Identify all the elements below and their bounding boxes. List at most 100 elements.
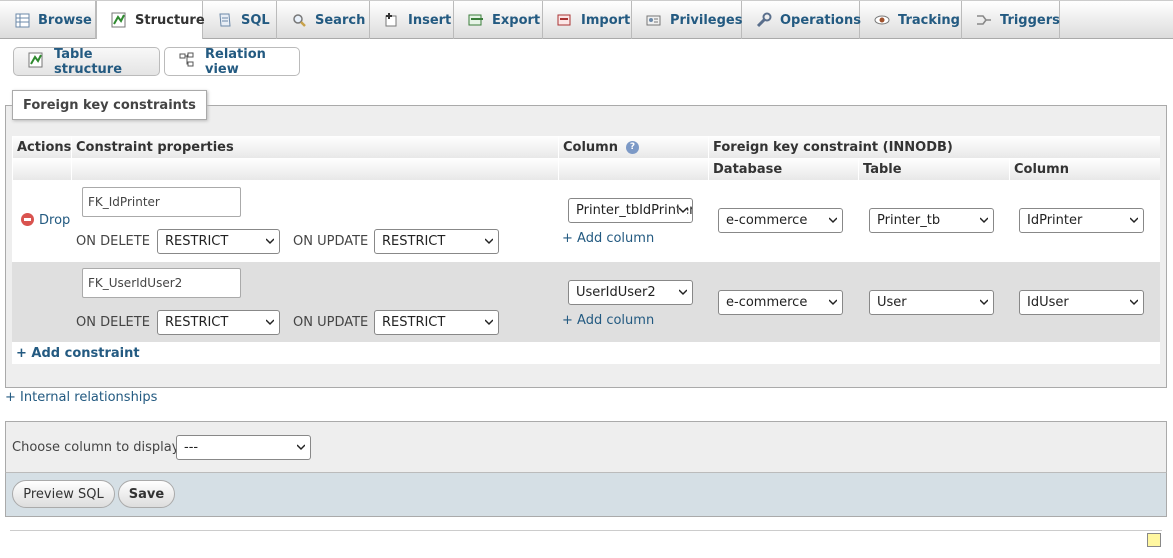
empty-header <box>12 158 71 180</box>
triggers-icon <box>976 12 992 28</box>
chevron-down-icon <box>485 238 493 245</box>
tab-sql[interactable]: SQL <box>203 1 277 39</box>
on-delete-label: ON DELETE <box>76 315 150 330</box>
table-select[interactable]: Printer_tb <box>869 208 994 233</box>
tab-tracking[interactable]: Tracking <box>860 1 962 39</box>
tab-label: Operations <box>780 12 861 28</box>
chevron-down-icon <box>1130 217 1138 224</box>
column-select[interactable]: Printer_tbIdPrinter <box>568 198 693 223</box>
relation-icon <box>179 52 195 72</box>
tab-export[interactable]: Export <box>454 1 543 39</box>
table-header: Table <box>858 158 1009 180</box>
tab-operations[interactable]: Operations <box>742 1 861 39</box>
column-value: UserIdUser2 <box>576 285 656 300</box>
constraint-properties-header: Constraint properties <box>71 136 558 158</box>
add-column-link[interactable]: + Add column <box>562 231 654 246</box>
drop-icon <box>21 213 34 226</box>
structure-icon <box>28 52 44 72</box>
table-structure-label: Table structure <box>54 46 123 77</box>
tab-label: Search <box>315 12 366 28</box>
divider <box>10 530 1162 531</box>
column-header: Column ? <box>558 136 708 158</box>
relation-view-label: Relation view <box>205 46 266 77</box>
tab-privileges[interactable]: Privileges <box>632 1 742 39</box>
tab-label: Import <box>581 12 631 28</box>
drop-label: Drop <box>39 213 71 228</box>
chevron-down-icon <box>297 444 305 451</box>
actions-header: Actions <box>12 136 71 158</box>
database-value: e-commerce <box>726 213 808 228</box>
table-select[interactable]: User <box>869 290 994 315</box>
structure-icon <box>111 12 127 28</box>
chevron-down-icon <box>829 217 837 224</box>
top-tab-bar: Browse Structure SQL Search Insert Expor… <box>0 0 1173 39</box>
tab-browse[interactable]: Browse <box>0 1 96 39</box>
tab-label: Privileges <box>670 12 743 28</box>
chevron-down-icon <box>1130 299 1138 306</box>
empty-header <box>71 158 558 180</box>
fk-column-select[interactable]: IdUser <box>1019 290 1144 315</box>
on-delete-select[interactable]: RESTRICT <box>157 229 280 254</box>
privileges-icon <box>646 12 662 28</box>
column-header-label: Column <box>563 139 618 155</box>
on-delete-value: RESTRICT <box>165 315 229 330</box>
tab-triggers[interactable]: Triggers <box>962 1 1060 39</box>
save-button[interactable]: Save <box>118 480 175 508</box>
column-select[interactable]: UserIdUser2 <box>568 280 693 305</box>
add-constraint-row: + Add constraint <box>12 342 1160 364</box>
fk-column-select[interactable]: IdPrinter <box>1019 208 1144 233</box>
tab-label: SQL <box>241 12 270 28</box>
chevron-down-icon <box>679 289 687 296</box>
wrench-icon <box>756 12 772 28</box>
preview-sql-button[interactable]: Preview SQL <box>12 480 115 508</box>
table-row: FK_UserIdUser2 ON DELETE RESTRICT ON UPD… <box>12 262 1160 342</box>
tab-label: Export <box>492 12 541 28</box>
table-value: User <box>877 295 907 310</box>
foreign-key-header: Foreign key constraint (INNODB) <box>708 136 1160 158</box>
constraint-name-input[interactable]: FK_IdPrinter <box>82 187 241 217</box>
tab-label: Insert <box>408 12 452 28</box>
fk-column-value: IdPrinter <box>1027 213 1083 228</box>
table-browse-icon <box>14 12 30 28</box>
on-update-value: RESTRICT <box>382 315 446 330</box>
table-subheader-row: Database Table Column <box>12 158 1160 180</box>
relation-view-button[interactable]: Relation view <box>164 46 300 77</box>
tab-label: Tracking <box>898 12 960 28</box>
on-delete-value: RESTRICT <box>165 234 229 249</box>
search-icon <box>291 12 307 28</box>
display-column-label: Choose column to display: <box>12 440 183 455</box>
on-update-select[interactable]: RESTRICT <box>374 310 499 335</box>
display-column-select[interactable]: --- <box>176 435 311 460</box>
internal-relationships-link[interactable]: + Internal relationships <box>5 390 157 405</box>
form-footer <box>5 472 1167 517</box>
display-column-value: --- <box>184 440 199 455</box>
tab-structure[interactable]: Structure <box>96 1 205 39</box>
database-select[interactable]: e-commerce <box>718 208 843 233</box>
table-structure-button[interactable]: Table structure <box>13 46 160 77</box>
on-update-label: ON UPDATE <box>293 315 369 330</box>
add-column-link[interactable]: + Add column <box>562 313 654 328</box>
chevron-down-icon <box>485 319 493 326</box>
on-update-value: RESTRICT <box>382 234 446 249</box>
fk-column-header: Column <box>1009 158 1160 180</box>
database-select[interactable]: e-commerce <box>718 290 843 315</box>
help-icon[interactable]: ? <box>625 140 639 154</box>
console-icon[interactable] <box>1147 533 1161 547</box>
tab-label: Triggers <box>1000 12 1060 28</box>
tab-insert[interactable]: Insert <box>370 1 454 39</box>
import-icon <box>557 12 573 28</box>
chevron-down-icon <box>266 319 274 326</box>
table-header-row: Actions Constraint properties Column ? F… <box>12 136 1160 158</box>
export-icon <box>468 12 484 28</box>
tab-import[interactable]: Import <box>543 1 632 39</box>
constraint-name-input[interactable]: FK_UserIdUser2 <box>82 268 241 298</box>
database-value: e-commerce <box>726 295 808 310</box>
on-update-select[interactable]: RESTRICT <box>374 229 499 254</box>
add-constraint-link[interactable]: + Add constraint <box>16 346 140 361</box>
tab-search[interactable]: Search <box>277 1 370 39</box>
chevron-down-icon <box>679 206 687 214</box>
table-row: Drop FK_IdPrinter ON DELETE RESTRICT ON … <box>12 180 1160 262</box>
drop-link[interactable]: Drop <box>21 213 70 228</box>
on-delete-select[interactable]: RESTRICT <box>157 310 280 335</box>
chevron-down-icon <box>980 299 988 306</box>
